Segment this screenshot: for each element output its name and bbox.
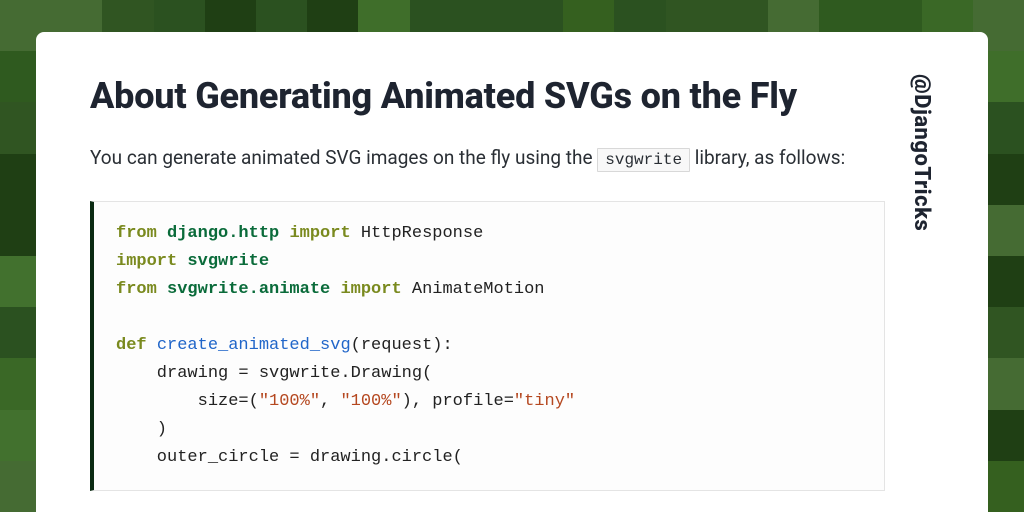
inline-code-svgwrite: svgwrite: [597, 148, 690, 172]
mod-svgwrite-animate: svgwrite.animate: [167, 280, 330, 299]
code-line-8: ): [116, 420, 167, 439]
str-100-2: "100%": [340, 392, 401, 411]
code-line-6: drawing = svgwrite.Drawing(: [116, 364, 432, 383]
kw-def: def: [116, 336, 147, 355]
author-handle[interactable]: @DjangoTricks: [885, 74, 934, 512]
kw-from: from: [116, 224, 157, 243]
kw-import: import: [289, 224, 350, 243]
kw-import-2: import: [116, 252, 177, 271]
intro-text-pre: You can generate animated SVG images on …: [90, 146, 597, 169]
intro-text-post: library, as follows:: [690, 146, 845, 169]
code-block: from django.http import HttpResponse imp…: [90, 201, 885, 491]
kw-from-2: from: [116, 280, 157, 299]
fn-args: (request):: [351, 336, 453, 355]
code-line-7-pre: size=(: [116, 392, 259, 411]
intro-paragraph: You can generate animated SVG images on …: [90, 143, 885, 173]
fn-name: create_animated_svg: [157, 336, 351, 355]
name-httpresponse: HttpResponse: [361, 224, 483, 243]
article-title: About Generating Animated SVGs on the Fl…: [90, 74, 885, 119]
mod-django-http: django.http: [167, 224, 279, 243]
name-animatemotion: AnimateMotion: [412, 280, 545, 299]
str-tiny: "tiny": [514, 392, 575, 411]
kw-import-3: import: [340, 280, 401, 299]
code-line-9: outer_circle = drawing.circle(: [116, 448, 463, 467]
article-card: About Generating Animated SVGs on the Fl…: [36, 32, 988, 512]
mod-svgwrite: svgwrite: [187, 252, 269, 271]
str-100-1: "100%": [259, 392, 320, 411]
code-line-7-mid: ,: [320, 392, 340, 411]
article-main: About Generating Animated SVGs on the Fl…: [90, 74, 885, 512]
code-line-7-post: ), profile=: [402, 392, 514, 411]
